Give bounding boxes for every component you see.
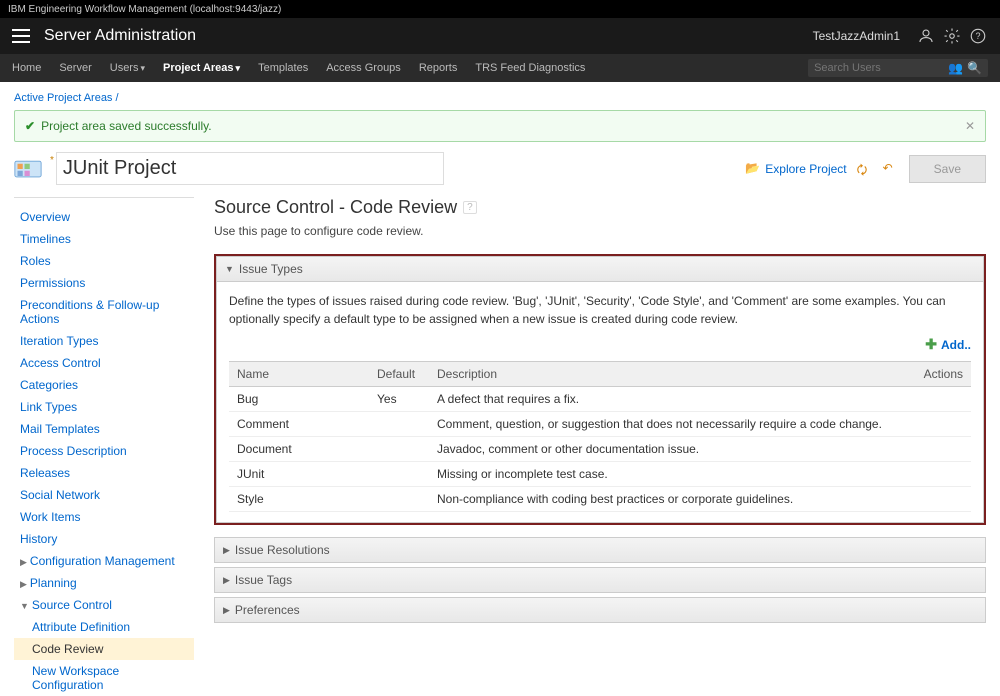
chevron-down-icon: ▾ xyxy=(236,63,241,73)
chevron-right-icon: ▶ xyxy=(20,579,27,589)
page-title: Source Control - Code Review ? xyxy=(214,197,986,218)
sidebar-preconditions[interactable]: Preconditions & Follow-up Actions xyxy=(14,294,194,330)
chevron-down-icon: ▼ xyxy=(20,601,29,611)
breadcrumb: Active Project Areas / xyxy=(14,92,986,104)
chevron-right-icon: ▶ xyxy=(223,575,230,586)
issue-resolutions-header[interactable]: ▶ Issue Resolutions xyxy=(214,537,986,563)
chevron-right-icon: ▶ xyxy=(223,545,230,556)
menu-reports[interactable]: Reports xyxy=(419,62,458,74)
chevron-right-icon: ▶ xyxy=(20,557,27,567)
success-text: Project area saved successfully. xyxy=(41,119,965,133)
table-row[interactable]: JUnitMissing or incomplete test case. xyxy=(229,462,971,487)
page-description: Use this page to configure code review. xyxy=(214,224,986,238)
topbar-text: IBM Engineering Workflow Management (loc… xyxy=(8,4,281,15)
main-panel: Source Control - Code Review ? Use this … xyxy=(214,197,986,696)
sidebar-config-mgmt[interactable]: ▶Configuration Management xyxy=(14,550,194,572)
sidebar-work-items[interactable]: Work Items xyxy=(14,506,194,528)
header: Server Administration TestJazzAdmin1 ? xyxy=(0,18,1000,54)
explore-project-link[interactable]: 📂 Explore Project xyxy=(745,161,846,177)
issue-types-header[interactable]: ▼ Issue Types xyxy=(216,256,984,282)
menu-trs[interactable]: TRS Feed Diagnostics xyxy=(475,62,585,74)
help-icon[interactable]: ? xyxy=(968,26,988,46)
col-default: Default xyxy=(369,362,429,387)
success-message: ✔ Project area saved successfully. ✕ xyxy=(14,110,986,142)
table-row[interactable]: StyleNon-compliance with coding best pra… xyxy=(229,487,971,512)
search-box: 👥 🔍 xyxy=(808,59,988,77)
sidebar-planning[interactable]: ▶Planning xyxy=(14,572,194,594)
sidebar-timelines[interactable]: Timelines xyxy=(14,228,194,250)
search-icon[interactable]: 🔍 xyxy=(967,61,982,75)
sidebar-attribute-definition[interactable]: Attribute Definition xyxy=(14,616,194,638)
issue-types-description: Define the types of issues raised during… xyxy=(229,292,971,328)
sidebar-history[interactable]: History xyxy=(14,528,194,550)
menu-icon[interactable] xyxy=(12,29,30,43)
table-row[interactable]: DocumentJavadoc, comment or other docume… xyxy=(229,437,971,462)
users-filter-icon[interactable]: 👥 xyxy=(948,61,963,75)
chevron-right-icon: ▶ xyxy=(223,605,230,616)
col-name: Name xyxy=(229,362,369,387)
menu-templates[interactable]: Templates xyxy=(258,62,308,74)
menu-access-groups[interactable]: Access Groups xyxy=(326,62,401,74)
header-user: TestJazzAdmin1 xyxy=(813,29,900,43)
sidebar-code-review[interactable]: Code Review xyxy=(14,638,194,660)
sidebar-process-description[interactable]: Process Description xyxy=(14,440,194,462)
sidebar: Overview Timelines Roles Permissions Pre… xyxy=(14,197,194,696)
col-description: Description xyxy=(429,362,911,387)
sidebar-permissions[interactable]: Permissions xyxy=(14,272,194,294)
menubar: Home Server Users▾ Project Areas▾ Templa… xyxy=(0,54,1000,82)
preferences-header[interactable]: ▶ Preferences xyxy=(214,597,986,623)
sidebar-roles[interactable]: Roles xyxy=(14,250,194,272)
plus-icon: ✚ xyxy=(925,336,937,353)
issue-tags-header[interactable]: ▶ Issue Tags xyxy=(214,567,986,593)
header-title: Server Administration xyxy=(44,27,813,45)
sidebar-overview[interactable]: Overview xyxy=(14,206,194,228)
help-icon[interactable]: ? xyxy=(463,201,477,214)
sidebar-categories[interactable]: Categories xyxy=(14,374,194,396)
sidebar-access-control[interactable]: Access Control xyxy=(14,352,194,374)
undo-icon[interactable]: ↶ xyxy=(883,161,899,177)
user-icon[interactable] xyxy=(916,26,936,46)
menu-project-areas[interactable]: Project Areas▾ xyxy=(163,62,240,74)
issue-types-section: ▼ Issue Types Define the types of issues… xyxy=(214,254,986,525)
breadcrumb-link[interactable]: Active Project Areas xyxy=(14,92,112,104)
refresh-icon[interactable]: 🗘 xyxy=(857,161,873,177)
add-issue-type-link[interactable]: ✚ Add.. xyxy=(925,336,971,353)
menu-home[interactable]: Home xyxy=(12,62,41,74)
save-button[interactable]: Save xyxy=(909,155,986,183)
issue-types-table: Name Default Description Actions BugYesA… xyxy=(229,361,971,512)
col-actions: Actions xyxy=(911,362,971,387)
project-title[interactable]: JUnit Project xyxy=(56,152,444,185)
sidebar-source-control[interactable]: ▼Source Control xyxy=(14,594,194,616)
check-icon: ✔ xyxy=(25,119,35,133)
menu-server[interactable]: Server xyxy=(59,62,91,74)
chevron-down-icon: ▼ xyxy=(225,264,234,274)
project-icon xyxy=(14,157,42,181)
sidebar-releases[interactable]: Releases xyxy=(14,462,194,484)
sidebar-link-types[interactable]: Link Types xyxy=(14,396,194,418)
sidebar-new-workspace-config[interactable]: New Workspace Configuration xyxy=(14,660,194,696)
table-row[interactable]: CommentComment, question, or suggestion … xyxy=(229,412,971,437)
svg-text:?: ? xyxy=(975,31,980,41)
menu-users[interactable]: Users▾ xyxy=(110,62,145,74)
gear-icon[interactable] xyxy=(942,26,962,46)
sidebar-iteration-types[interactable]: Iteration Types xyxy=(14,330,194,352)
topbar: IBM Engineering Workflow Management (loc… xyxy=(0,0,1000,18)
sidebar-social-network[interactable]: Social Network xyxy=(14,484,194,506)
sidebar-mail-templates[interactable]: Mail Templates xyxy=(14,418,194,440)
chevron-down-icon: ▾ xyxy=(140,63,145,73)
search-input[interactable] xyxy=(814,62,944,74)
close-icon[interactable]: ✕ xyxy=(965,119,975,133)
explore-icon: 📂 xyxy=(745,161,761,177)
table-row[interactable]: BugYesA defect that requires a fix. xyxy=(229,387,971,412)
project-row: * JUnit Project 📂 Explore Project 🗘 ↶ Sa… xyxy=(14,152,986,185)
dirty-marker: * xyxy=(50,155,54,166)
